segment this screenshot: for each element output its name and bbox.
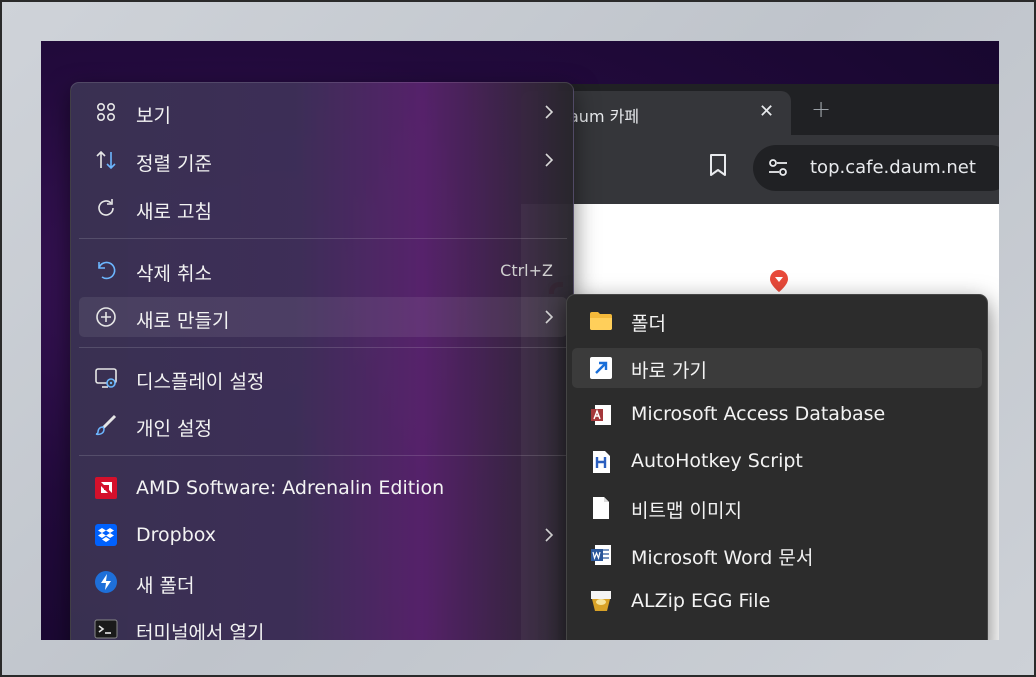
submenu-item-label: Microsoft Word 문서	[631, 547, 814, 569]
chevron-right-icon	[545, 528, 554, 542]
submenu-item-label: AutoHotkey Script	[631, 450, 803, 472]
menu-item-label: 보기	[136, 105, 171, 127]
menu-item-undo-delete[interactable]: 삭제 취소 Ctrl+Z	[79, 250, 567, 290]
shortcut-icon	[590, 357, 612, 379]
amd-icon	[95, 477, 117, 499]
submenu-item-label: ALZip EGG File	[631, 590, 771, 612]
menu-separator	[79, 238, 567, 239]
refresh-icon	[98, 199, 114, 216]
menu-item-label: 삭제 취소	[136, 263, 212, 285]
menu-item-label: 새 폴더	[136, 575, 195, 597]
menu-separator	[79, 347, 567, 348]
menu-separator	[79, 455, 567, 456]
desktop[interactable]: aum 카페 ✕ + top.cafe.daum.net 보기 정렬 기준 새로…	[41, 41, 999, 640]
submenu-item-alzip-egg[interactable]: ALZip EGG File	[572, 582, 982, 622]
menu-item-amd-software[interactable]: AMD Software: Adrenalin Edition	[79, 468, 567, 508]
alzip-egg-icon	[591, 591, 611, 611]
bookmark-icon[interactable]	[708, 153, 728, 177]
new-submenu: 폴더 바로 가기 Microsoft Access Database AutoH…	[566, 294, 988, 640]
grid-icon	[96, 102, 116, 122]
menu-item-open-in-terminal[interactable]: 터미널에서 열기	[79, 609, 567, 640]
submenu-item-folder[interactable]: 폴더	[572, 301, 982, 341]
menu-item-refresh[interactable]: 새로 고침	[79, 188, 567, 228]
chevron-right-icon	[545, 105, 554, 119]
menu-item-label: 정렬 기준	[136, 153, 212, 175]
location-pin-icon	[770, 270, 788, 292]
url-text: top.cafe.daum.net	[810, 157, 976, 178]
tab-title: aum 카페	[569, 107, 640, 126]
menu-item-label: AMD Software: Adrenalin Edition	[136, 477, 445, 499]
submenu-item-access-database[interactable]: Microsoft Access Database	[572, 395, 982, 435]
submenu-item-label: 바로 가기	[631, 360, 707, 382]
context-menu: 보기 정렬 기준 새로 고침 삭제 취소 Ctrl+Z 새로 만들기 디스플레이…	[70, 82, 574, 640]
menu-item-label: 개인 설정	[136, 418, 212, 440]
menu-item-personalize[interactable]: 개인 설정	[79, 405, 567, 445]
menu-item-label: 새로 고침	[136, 201, 212, 223]
menu-item-new-folder-app[interactable]: 새 폴더	[79, 562, 567, 602]
brush-icon	[95, 414, 117, 436]
menu-item-new[interactable]: 새로 만들기	[79, 297, 567, 337]
plus-circle-icon	[96, 307, 116, 327]
shortcut-text: Ctrl+Z	[500, 261, 553, 280]
menu-item-sort-by[interactable]: 정렬 기준	[79, 140, 567, 180]
submenu-item-label: 폴더	[631, 313, 666, 335]
menu-item-display-settings[interactable]: 디스플레이 설정	[79, 358, 567, 398]
terminal-icon	[94, 619, 118, 639]
new-folder-app-icon	[95, 571, 117, 593]
access-icon	[591, 405, 611, 425]
menu-item-dropbox[interactable]: Dropbox	[79, 515, 567, 555]
submenu-item-label: 비트맵 이미지	[631, 500, 742, 522]
display-settings-icon	[95, 368, 117, 388]
undo-icon	[98, 261, 116, 280]
menu-item-label: 새로 만들기	[136, 310, 230, 332]
chevron-right-icon	[545, 310, 554, 324]
new-tab-button[interactable]: +	[811, 95, 831, 123]
autohotkey-icon	[593, 451, 610, 473]
bitmap-file-icon	[593, 497, 609, 519]
menu-item-view[interactable]: 보기	[79, 92, 567, 132]
site-settings-icon[interactable]	[767, 157, 789, 179]
tab-close-icon[interactable]: ✕	[759, 101, 774, 122]
sort-icon	[96, 150, 116, 170]
dropbox-icon	[95, 524, 117, 546]
submenu-item-autohotkey[interactable]: AutoHotkey Script	[572, 442, 982, 482]
chevron-right-icon	[545, 153, 554, 167]
screenshot-frame: aum 카페 ✕ + top.cafe.daum.net 보기 정렬 기준 새로…	[0, 0, 1036, 677]
menu-item-label: 디스플레이 설정	[136, 371, 265, 393]
menu-item-label: 터미널에서 열기	[136, 622, 265, 640]
submenu-item-label: Microsoft Access Database	[631, 403, 886, 425]
submenu-item-shortcut[interactable]: 바로 가기	[572, 348, 982, 388]
menu-item-label: Dropbox	[136, 524, 217, 546]
browser-toolbar: top.cafe.daum.net	[521, 135, 999, 204]
submenu-item-word[interactable]: Microsoft Word 문서	[572, 535, 982, 575]
word-icon	[591, 545, 611, 565]
address-bar[interactable]: top.cafe.daum.net	[753, 145, 999, 191]
folder-icon	[590, 312, 612, 330]
submenu-item-bitmap[interactable]: 비트맵 이미지	[572, 488, 982, 528]
